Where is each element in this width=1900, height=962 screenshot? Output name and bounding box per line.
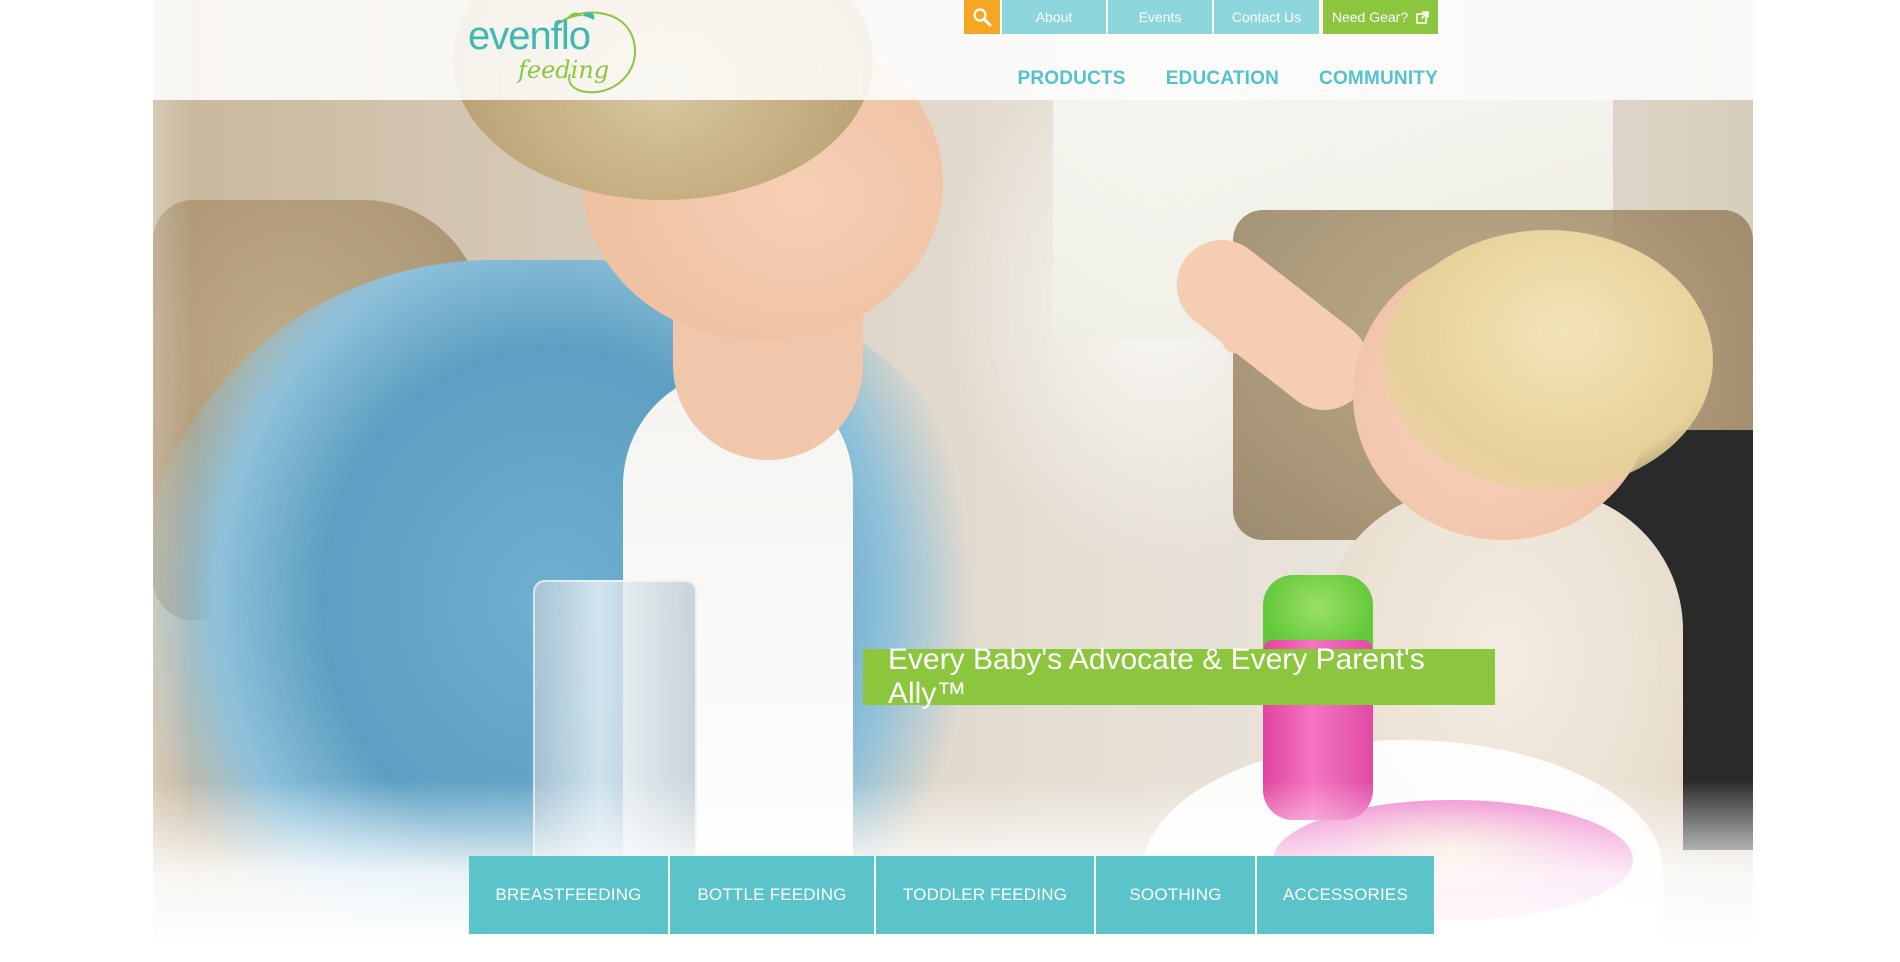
external-link-icon <box>1416 10 1429 24</box>
need-gear-button[interactable]: Need Gear? <box>1323 0 1438 34</box>
category-soothing[interactable]: SOOTHING <box>1096 856 1255 934</box>
category-bottle-feeding[interactable]: BOTTLE FEEDING <box>670 856 874 934</box>
category-accessories[interactable]: ACCESSORIES <box>1257 856 1434 934</box>
utility-link-events[interactable]: Events <box>1108 0 1212 34</box>
category-toddler-feeding[interactable]: TODDLER FEEDING <box>876 856 1094 934</box>
logo-wordmark: evenflo <box>468 14 591 58</box>
hero-tagline: Every Baby's Advocate & Every Parent's A… <box>863 643 1495 710</box>
need-gear-label: Need Gear? <box>1331 9 1409 25</box>
category-nav: BREASTFEEDING BOTTLE FEEDING TODDLER FEE… <box>469 856 1434 934</box>
search-icon <box>973 8 992 27</box>
logo-subtitle: feeding <box>518 56 610 84</box>
category-breastfeeding[interactable]: BREASTFEEDING <box>469 856 668 934</box>
hero-image <box>153 0 1753 940</box>
nav-education[interactable]: EDUCATION <box>1166 66 1279 92</box>
header-band <box>153 0 1753 100</box>
evenflo-feeding-logo[interactable]: evenflo feeding <box>466 8 637 94</box>
main-nav: PRODUCTS EDUCATION COMMUNITY <box>1000 66 1438 92</box>
nav-products[interactable]: PRODUCTS <box>1017 66 1125 92</box>
search-button[interactable] <box>964 0 1000 34</box>
utility-nav: About Events Contact Us <box>1002 0 1321 34</box>
nav-community[interactable]: COMMUNITY <box>1319 66 1438 92</box>
hero-toddler-hair <box>1383 230 1713 490</box>
page: evenflo feeding About Events Contact Us … <box>0 0 1900 962</box>
utility-link-about[interactable]: About <box>1002 0 1106 34</box>
utility-link-contact[interactable]: Contact Us <box>1214 0 1319 34</box>
